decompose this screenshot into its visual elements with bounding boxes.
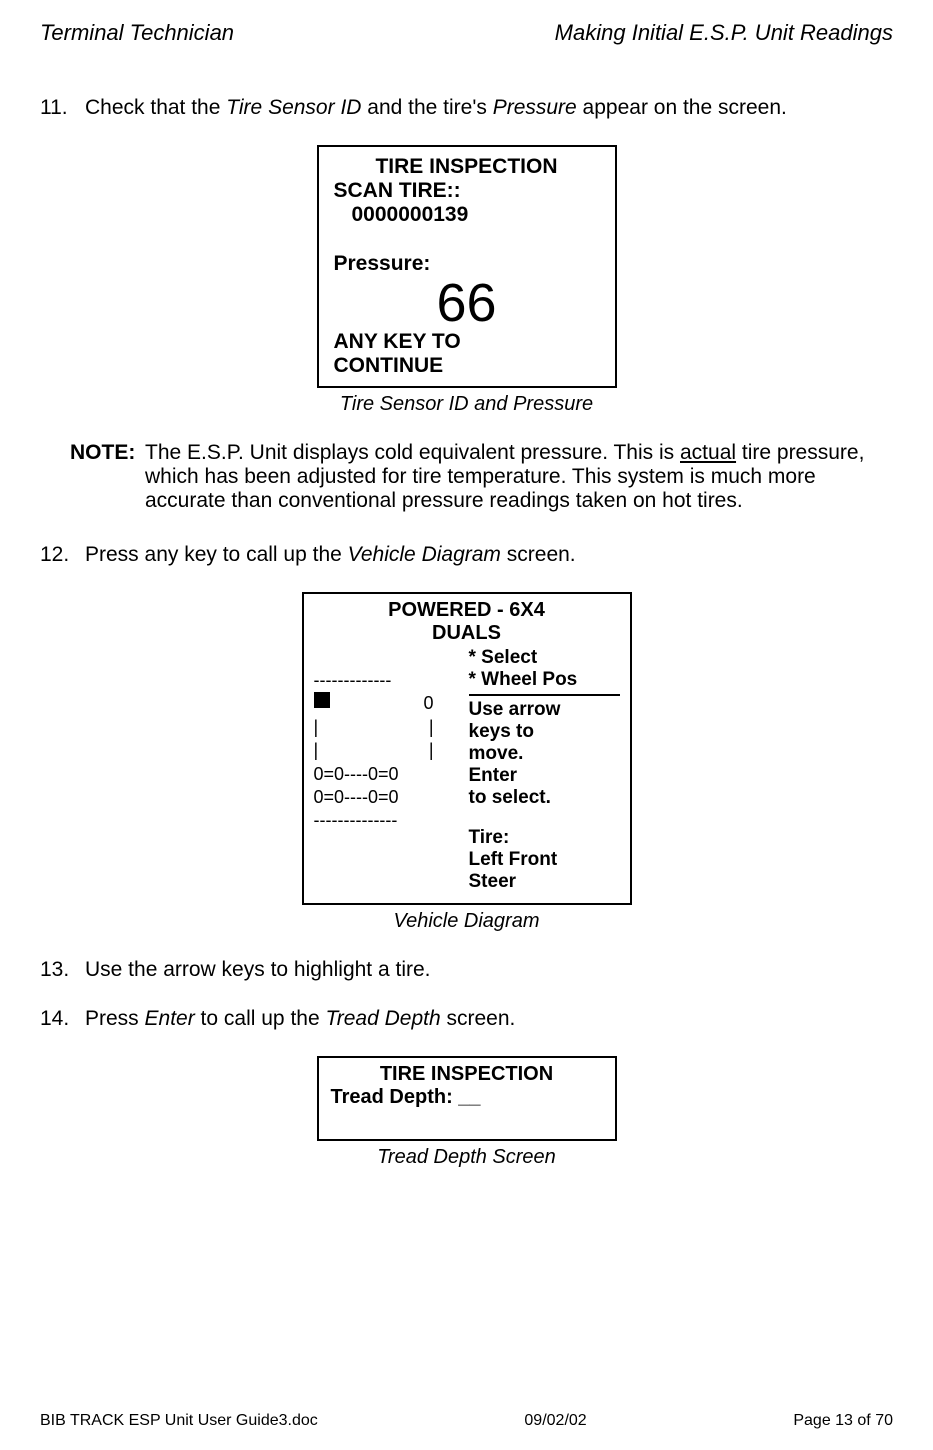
tread-depth-label: Tread Depth: __ [331,1086,603,1109]
tire-sensor-id-italic: Tire Sensor ID [226,96,361,119]
screen3-caption: Tread Depth Screen [40,1146,893,1169]
header-right: Making Initial E.S.P. Unit Readings [555,20,893,46]
screen-title: TIRE INSPECTION [334,155,600,179]
page-header: Terminal Technician Making Initial E.S.P… [40,20,893,46]
select-label: * Select [469,647,620,669]
step-11: 11. Check that the Tire Sensor ID and th… [40,96,893,120]
pressure-value: 66 [334,276,600,330]
pressure-italic: Pressure [493,96,577,119]
underlined-actual: actual [680,441,736,464]
tread-depth-italic: Tread Depth [325,1007,440,1030]
screen2-instructions: * Select * Wheel Pos Use arrow keys to m… [464,647,620,893]
screen3-title: TIRE INSPECTION [331,1063,603,1086]
screen2-title-line1: POWERED - 6X4 [314,599,620,622]
page-footer: BIB TRACK ESP Unit User Guide3.doc 09/02… [40,1412,893,1430]
step-number: 11. [40,96,85,120]
header-left: Terminal Technician [40,20,234,46]
vehicle-diagram-screen: POWERED - 6X4 DUALS ------------- 0 | | … [302,592,632,905]
step-text: Press Enter to call up the Tread Depth s… [85,1007,893,1031]
enter-italic: Enter [145,1007,195,1030]
screen1-caption: Tire Sensor ID and Pressure [40,393,893,416]
note-label: NOTE: [70,441,145,513]
tire-id-value: 0000000139 [352,203,600,227]
tread-depth-screen: TIRE INSPECTION Tread Depth: __ [317,1056,617,1141]
tire-position-line2: Steer [469,871,620,893]
footer-page: Page 13 of 70 [793,1412,893,1430]
step-number: 12. [40,543,85,567]
step-text: Press any key to call up the Vehicle Dia… [85,543,893,567]
step-number: 14. [40,1007,85,1031]
screen2-title-line2: DUALS [314,622,620,645]
step-text: Use the arrow keys to highlight a tire. [85,958,893,982]
note-text: The E.S.P. Unit displays cold equivalent… [145,441,893,513]
step-13: 13. Use the arrow keys to highlight a ti… [40,958,893,982]
tire-label: Tire: [469,827,620,849]
screen2-caption: Vehicle Diagram [40,910,893,933]
any-key-line1: ANY KEY TO [334,330,600,354]
tire-position-line1: Left Front [469,849,620,871]
step-number: 13. [40,958,85,982]
scan-tire-label: SCAN TIRE:: [334,179,600,203]
tire-inspection-screen: TIRE INSPECTION SCAN TIRE:: 0000000139 P… [317,145,617,388]
step-12: 12. Press any key to call up the Vehicle… [40,543,893,567]
any-key-line2: CONTINUE [334,354,600,378]
footer-filename: BIB TRACK ESP Unit User Guide3.doc [40,1412,318,1430]
note-block: NOTE: The E.S.P. Unit displays cold equi… [70,441,893,513]
vehicle-diagram-italic: Vehicle Diagram [348,543,501,566]
step-text: Check that the Tire Sensor ID and the ti… [85,96,893,120]
step-14: 14. Press Enter to call up the Tread Dep… [40,1007,893,1031]
selected-tire-icon [314,692,330,708]
wheel-pos-label: * Wheel Pos [469,669,620,691]
footer-date: 09/02/02 [524,1412,586,1430]
vehicle-diagram-ascii: ------------- 0 | | | | 0=0----0=0 0=0--… [314,647,464,893]
divider [469,694,620,696]
